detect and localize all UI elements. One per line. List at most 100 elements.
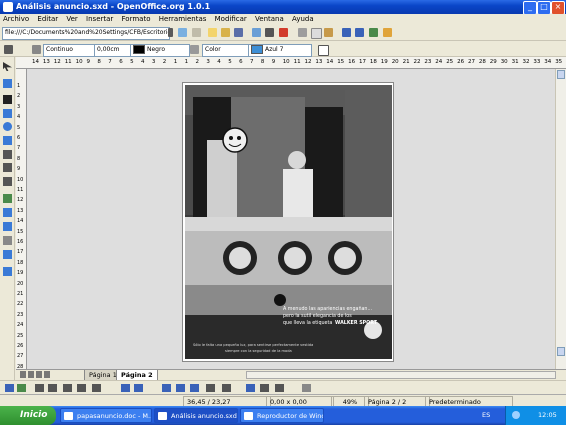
- menu-ayuda[interactable]: Ayuda: [289, 14, 317, 23]
- start-button[interactable]: Inicio: [0, 406, 56, 425]
- task-label: Análisis anuncio.sxd -...: [171, 412, 237, 420]
- double-click-text-icon[interactable]: [206, 384, 215, 392]
- export-pdf-icon[interactable]: [252, 28, 261, 37]
- horizontal-scrollbar[interactable]: [246, 371, 556, 379]
- snap-guides-icon[interactable]: [63, 384, 72, 392]
- rectangle-icon[interactable]: [3, 109, 12, 118]
- text-tool-icon[interactable]: [3, 95, 12, 104]
- rotation-mode-icon[interactable]: [222, 384, 231, 392]
- navigator-icon[interactable]: [369, 28, 378, 37]
- edit-file-icon[interactable]: [178, 28, 187, 37]
- select-arrow-icon[interactable]: [3, 62, 12, 71]
- 3d-objects-icon[interactable]: [3, 136, 12, 145]
- ruler-tick-label: 3: [151, 59, 156, 65]
- curve-icon[interactable]: [3, 150, 12, 159]
- create-object-icon[interactable]: [162, 384, 171, 392]
- maximize-button[interactable]: □: [537, 1, 551, 15]
- lines-arrows-icon[interactable]: [3, 163, 12, 172]
- paste-icon[interactable]: [324, 28, 333, 37]
- minimize-button[interactable]: _: [523, 1, 537, 15]
- ruler-tick-label: 15: [17, 228, 24, 235]
- scroll-up-icon[interactable]: [557, 70, 565, 79]
- connector-icon[interactable]: [3, 177, 12, 186]
- ruler-tick-label: 8: [97, 59, 101, 65]
- snap-margins-icon[interactable]: [77, 384, 86, 392]
- ruler-tick-label: 25: [17, 332, 24, 339]
- ruler-tick-label: 17: [17, 249, 24, 256]
- language-indicator[interactable]: ES: [482, 411, 490, 419]
- ellipse-icon[interactable]: [3, 122, 12, 131]
- menu-ver[interactable]: Ver: [63, 14, 80, 23]
- scroll-down-icon[interactable]: [557, 347, 565, 356]
- vertical-scrollbar[interactable]: [555, 69, 566, 369]
- close-button[interactable]: ×: [551, 1, 565, 15]
- save-icon[interactable]: [234, 28, 243, 37]
- large-handles-icon[interactable]: [190, 384, 199, 392]
- line-color-select[interactable]: Negro: [130, 44, 190, 57]
- windows-taskbar: Inicio papasanuncio.doc - M... Análisis …: [0, 406, 566, 425]
- ruler-tick-label: 14: [32, 59, 39, 65]
- area-style-select[interactable]: Color: [202, 44, 250, 57]
- select-text-area-icon[interactable]: [275, 384, 284, 392]
- simple-handles-icon[interactable]: [176, 384, 185, 392]
- undo-icon[interactable]: [342, 28, 351, 37]
- spellcheck-icon[interactable]: [279, 28, 288, 37]
- alignment-icon[interactable]: [3, 208, 12, 217]
- insert-icon[interactable]: [3, 236, 12, 245]
- ruler-tick-label: 22: [413, 59, 421, 65]
- menu-formato[interactable]: Formato: [119, 14, 154, 23]
- stop-icon[interactable]: [192, 28, 201, 37]
- line-width-field[interactable]: 0,00cm: [94, 44, 131, 57]
- zoom-icon[interactable]: [3, 79, 12, 88]
- network-icon[interactable]: [512, 411, 520, 419]
- ruler-tick-label: 29: [489, 59, 497, 65]
- snap-points-icon[interactable]: [121, 384, 130, 392]
- task-reproductor[interactable]: Reproductor de Wind...: [240, 408, 324, 423]
- effects-icon[interactable]: [3, 250, 12, 259]
- ruler-tick-label: 18: [369, 59, 377, 65]
- redo-icon[interactable]: [355, 28, 364, 37]
- 3d-effects-icon[interactable]: [3, 267, 12, 276]
- shadow-icon[interactable]: [318, 45, 329, 56]
- horizontal-ruler[interactable]: 14 13 12 11 10 9 8 7 6 5 4 3 2 1 1 2 3 4 5 6 7 8 9 10 11 12 13 14 15…: [16, 57, 566, 69]
- gallery-icon[interactable]: [383, 28, 392, 37]
- line-icon[interactable]: [4, 45, 13, 54]
- print-icon[interactable]: [265, 28, 274, 37]
- ruler-tick-label: 2: [17, 93, 21, 100]
- first-page-icon[interactable]: [20, 371, 26, 378]
- rotate-icon[interactable]: [3, 194, 12, 203]
- exit-all-groups-icon[interactable]: [260, 384, 269, 392]
- open-folder-icon[interactable]: [221, 28, 230, 37]
- area-icon[interactable]: [190, 45, 199, 54]
- snap-grid-icon[interactable]: [35, 384, 44, 392]
- solid-fill-icon[interactable]: [302, 384, 311, 392]
- menu-insertar[interactable]: Insertar: [83, 14, 116, 23]
- task-analisis-anuncio[interactable]: Análisis anuncio.sxd -...: [154, 408, 238, 423]
- new-doc-icon[interactable]: [208, 28, 217, 37]
- snap-frame-icon[interactable]: [92, 384, 101, 392]
- contour-mode-icon[interactable]: [246, 384, 255, 392]
- area-color-select[interactable]: Azul 7: [248, 44, 312, 57]
- menu-editar[interactable]: Editar: [34, 14, 61, 23]
- line-style-select[interactable]: Continuo: [43, 44, 97, 57]
- menu-modificar[interactable]: Modificar: [212, 14, 250, 23]
- menu-ventana[interactable]: Ventana: [252, 14, 287, 23]
- menu-herramientas[interactable]: Herramientas: [156, 14, 210, 23]
- url-field[interactable]: file:///C:/Documents%20and%20Settings/CF…: [2, 27, 170, 40]
- menu-archivo[interactable]: Archivo: [0, 14, 32, 23]
- last-page-icon[interactable]: [44, 371, 50, 378]
- next-page-icon[interactable]: [36, 371, 42, 378]
- arrange-icon[interactable]: [3, 222, 12, 231]
- edit-points-icon[interactable]: [5, 384, 14, 392]
- task-papasanuncio[interactable]: papasanuncio.doc - M...: [60, 408, 152, 423]
- guides-icon[interactable]: [48, 384, 57, 392]
- vertical-ruler[interactable]: 1 2 3 4 5 6 7 8 9 10 11 12 13 14 15 16 17 18 19 20 21 22 23 24 2…: [16, 69, 27, 369]
- dropdown-arrow-icon[interactable]: [168, 28, 173, 37]
- ruler-tick-label: 8: [260, 59, 265, 65]
- glue-points-icon[interactable]: [17, 384, 26, 392]
- copy-icon[interactable]: [311, 28, 322, 39]
- prev-page-icon[interactable]: [28, 371, 34, 378]
- allow-quick-edit-icon[interactable]: [134, 384, 143, 392]
- cut-icon[interactable]: [298, 28, 307, 37]
- advertisement-image[interactable]: A menudo las apariencias engañan... pero…: [185, 85, 392, 359]
